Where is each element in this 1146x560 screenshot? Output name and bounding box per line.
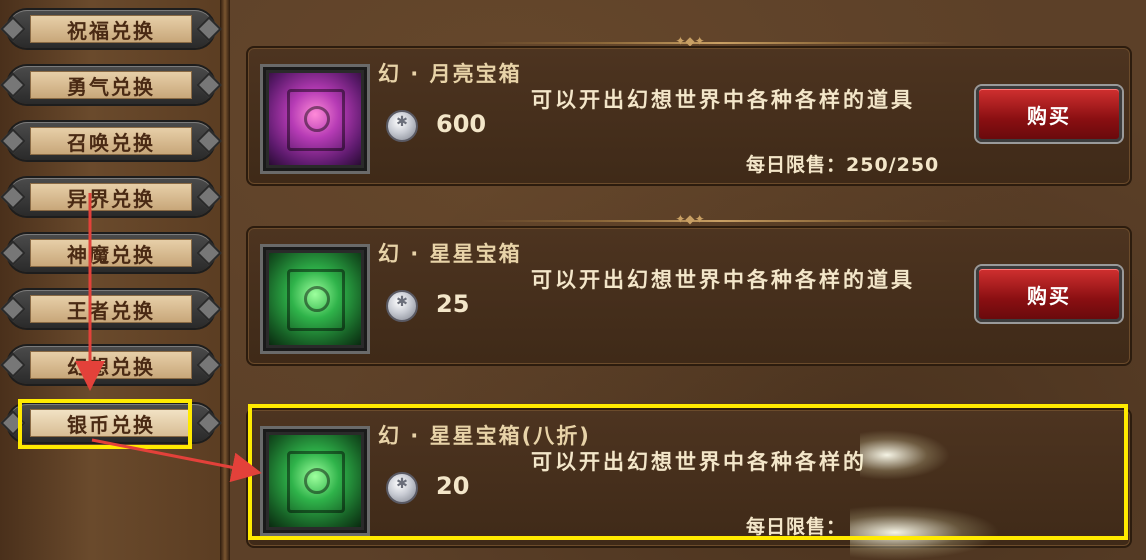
ornament-divider [480, 220, 960, 222]
ornament-divider [480, 42, 960, 44]
treasure-chest-icon [269, 253, 361, 345]
silver-coin-icon [386, 290, 418, 322]
item-name: 幻 · 星星宝箱 [378, 242, 522, 266]
ornament-icon: ✦◆✦ [675, 212, 705, 226]
highlight-box-tab [18, 399, 192, 449]
highlight-box-item [248, 404, 1128, 540]
silver-coin-icon [386, 110, 418, 142]
tab-divine-demon-exchange[interactable]: 神魔兑换 [8, 234, 214, 272]
tab-summon-exchange[interactable]: 召唤兑换 [8, 122, 214, 160]
buy-button[interactable]: 购买 [976, 86, 1122, 142]
buy-button[interactable]: 购买 [976, 266, 1122, 322]
item-name: 幻 · 月亮宝箱 [378, 62, 522, 86]
tab-label: 神魔兑换 [30, 239, 192, 267]
item-price: 25 [436, 290, 470, 318]
shop-item-card: 幻 · 月亮宝箱 可以开出幻想世界中各种各样的道具 600 每日限售：250/2… [246, 46, 1132, 186]
tab-label: 王者兑换 [30, 295, 192, 323]
treasure-chest-icon [269, 73, 361, 165]
tab-blessing-exchange[interactable]: 祝福兑换 [8, 10, 214, 48]
tab-fantasy-exchange[interactable]: 幻想兑换 [8, 346, 214, 384]
ornament-icon: ✦◆✦ [675, 34, 705, 48]
tab-label: 幻想兑换 [30, 351, 192, 379]
tab-label: 召唤兑换 [30, 127, 192, 155]
item-description: 可以开出幻想世界中各种各样的道具 [531, 88, 915, 112]
tab-label: 异界兑换 [30, 183, 192, 211]
item-icon-frame [260, 64, 370, 174]
shop-item-card: 幻 · 星星宝箱 可以开出幻想世界中各种各样的道具 25 购买 [246, 226, 1132, 366]
tab-otherworld-exchange[interactable]: 异界兑换 [8, 178, 214, 216]
item-icon-frame [260, 244, 370, 354]
tab-king-exchange[interactable]: 王者兑换 [8, 290, 214, 328]
tab-courage-exchange[interactable]: 勇气兑换 [8, 66, 214, 104]
item-price: 600 [436, 110, 487, 138]
item-description: 可以开出幻想世界中各种各样的道具 [531, 268, 915, 292]
daily-limit: 每日限售：250/250 [746, 154, 940, 176]
tab-label: 勇气兑换 [30, 71, 192, 99]
tab-label: 祝福兑换 [30, 15, 192, 43]
